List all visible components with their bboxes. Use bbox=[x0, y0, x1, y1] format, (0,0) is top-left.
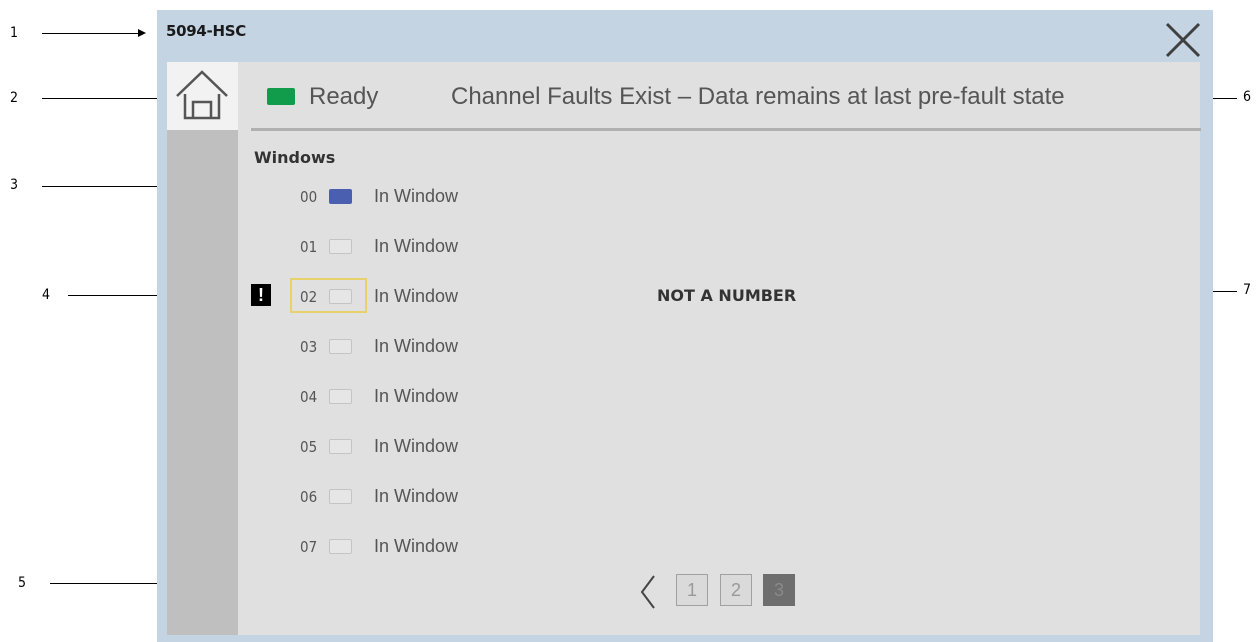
value-display: NOT A NUMBER bbox=[657, 286, 797, 305]
window-label: In Window bbox=[374, 286, 459, 306]
window-number: 01 bbox=[300, 238, 318, 256]
page-button-1[interactable]: 1 bbox=[676, 574, 708, 606]
window-number: 03 bbox=[300, 338, 318, 356]
window-title: 5094-HSC bbox=[166, 22, 246, 40]
window-label: In Window bbox=[374, 386, 459, 406]
chevron-left-icon[interactable] bbox=[636, 572, 660, 612]
window-number: 06 bbox=[300, 488, 318, 506]
status-text: Ready bbox=[309, 83, 379, 110]
close-icon[interactable] bbox=[1163, 20, 1203, 60]
warning-icon: ! bbox=[251, 284, 271, 306]
window-number: 07 bbox=[300, 538, 318, 556]
window-indicator bbox=[329, 539, 352, 554]
callout-arrowhead bbox=[138, 29, 146, 37]
window-number: 00 bbox=[300, 188, 318, 206]
callout-number: 1 bbox=[10, 25, 19, 41]
window-indicator bbox=[329, 489, 352, 504]
window-label: In Window bbox=[374, 236, 459, 256]
callout-number: 5 bbox=[18, 575, 27, 591]
window-indicator bbox=[329, 189, 352, 204]
page-button-2[interactable]: 2 bbox=[720, 574, 752, 606]
divider bbox=[251, 128, 1201, 131]
home-icon bbox=[176, 70, 228, 120]
window-label: In Window bbox=[374, 186, 459, 206]
page-button-3[interactable]: 3 bbox=[763, 574, 795, 606]
window-label: In Window bbox=[374, 536, 459, 556]
callout-number: 4 bbox=[42, 287, 51, 303]
windows-title: Windows bbox=[254, 148, 336, 167]
warning-frame bbox=[290, 278, 367, 313]
window-label: In Window bbox=[374, 436, 459, 456]
callout-line bbox=[42, 33, 138, 34]
callout-number: 6 bbox=[1243, 89, 1252, 105]
home-button[interactable] bbox=[167, 62, 238, 130]
window-indicator bbox=[329, 389, 352, 404]
callout-number: 3 bbox=[10, 177, 19, 193]
window-indicator bbox=[329, 439, 352, 454]
window-number: 04 bbox=[300, 388, 318, 406]
window-indicator bbox=[329, 239, 352, 254]
window-label: In Window bbox=[374, 336, 459, 356]
fault-message: Channel Faults Exist – Data remains at l… bbox=[451, 83, 1065, 110]
window-indicator bbox=[329, 339, 352, 354]
status-indicator bbox=[267, 88, 295, 105]
callout-number: 7 bbox=[1243, 282, 1252, 298]
nav-strip bbox=[167, 130, 238, 635]
callout-number: 2 bbox=[10, 90, 19, 106]
window-number: 05 bbox=[300, 438, 318, 456]
window-label: In Window bbox=[374, 486, 459, 506]
